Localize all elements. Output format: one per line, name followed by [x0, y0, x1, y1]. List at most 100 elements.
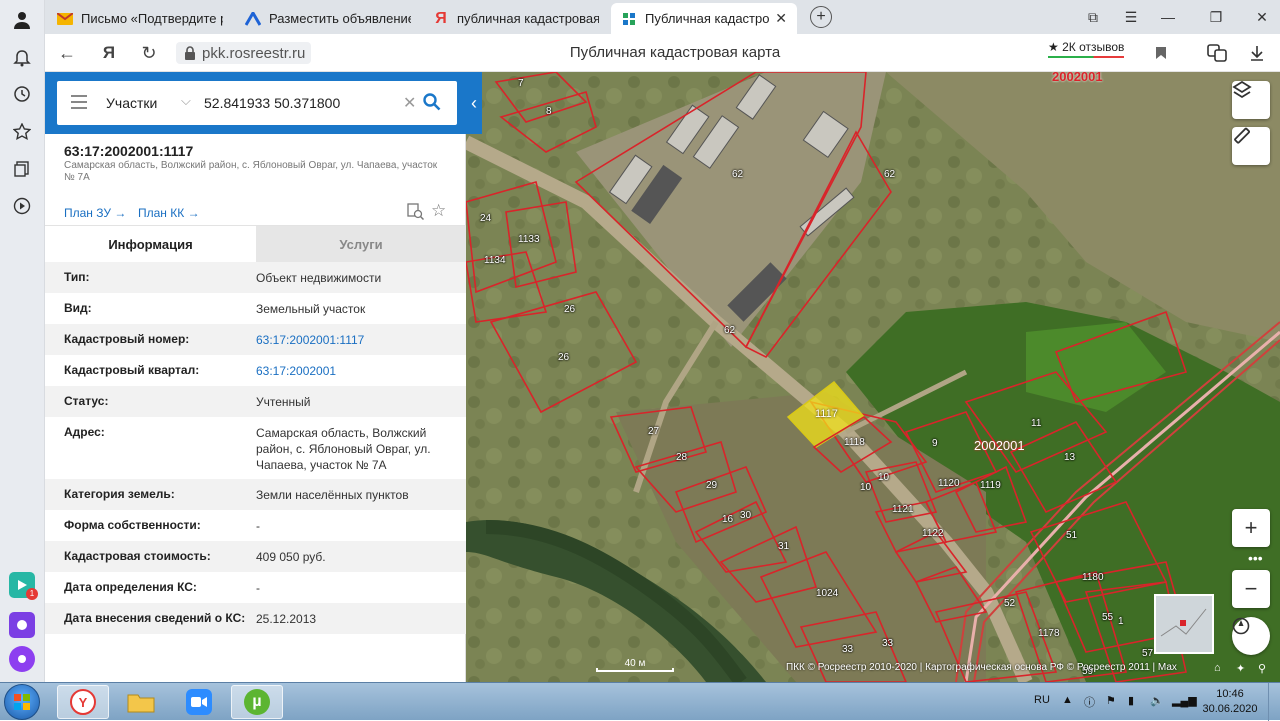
cadastral-map[interactable]: 2002001 2002001 1117 7 8 62 62 62 24 1133 1134 2…: [466, 72, 1280, 682]
zoom-out-button[interactable]: −: [1232, 570, 1270, 608]
attribute-key: Форма собственности:: [64, 518, 201, 532]
home-icon[interactable]: ⌂: [1214, 662, 1221, 674]
attribute-link[interactable]: 63:17:2002001: [256, 363, 446, 379]
parcel-label: 24: [480, 213, 492, 224]
map-attribution: ПКК © Росреестр 2010-2020 | Картографиче…: [786, 662, 1177, 673]
url-field[interactable]: pkk.rosreestr.ru: [176, 42, 312, 64]
attribute-link[interactable]: 63:17:2002001:1117: [256, 332, 446, 348]
network-icon[interactable]: ▂▄▆: [1172, 694, 1197, 707]
page-title: Публичная кадастровая карта: [569, 44, 781, 61]
parcel-label: 1120: [938, 478, 960, 489]
chevron-down-icon[interactable]: ⌵: [181, 93, 191, 109]
parcel-label: 11: [1031, 418, 1042, 429]
parcel-label: 1133: [518, 234, 540, 245]
start-button[interactable]: [4, 684, 40, 720]
bookmarks-manager-icon[interactable]: ⧉: [1082, 6, 1104, 28]
search-input[interactable]: 52.841933 50.371800: [204, 95, 340, 111]
plan-zu-link[interactable]: План ЗУ →: [64, 206, 126, 220]
volume-icon[interactable]: 🔈: [1150, 694, 1164, 707]
layers-button[interactable]: [1232, 81, 1270, 119]
attributes-table: Тип: Объект недвижимости Вид: Земельный уча…: [45, 262, 466, 642]
minimap[interactable]: [1154, 594, 1214, 654]
parcel-label: 51: [1066, 530, 1078, 541]
collapse-panel-icon[interactable]: ‹: [466, 72, 482, 134]
locate-icon[interactable]: ✦: [1236, 662, 1245, 675]
tab-search[interactable]: Я публичная кадастровая к: [423, 3, 609, 34]
search-bar: Участки ⌵ 52.841933 50.371800 ✕ ‹: [45, 72, 482, 134]
compass-button[interactable]: [1232, 617, 1270, 655]
zoom-to-object-icon[interactable]: [407, 203, 425, 223]
star-icon: ★: [1048, 40, 1059, 54]
tray-expand-icon[interactable]: ▲: [1062, 694, 1073, 706]
more-icon[interactable]: •••: [1248, 550, 1263, 566]
power-icon[interactable]: ▮: [1128, 694, 1134, 707]
tab-mail[interactable]: Письмо «Подтвердите ре: [47, 3, 233, 34]
tab-pkk[interactable]: Публичная кадастровая ✕: [611, 3, 797, 34]
alice-icon[interactable]: [9, 646, 35, 672]
object-address: Самарская область, Волжский район, с. Яб…: [64, 160, 438, 183]
history-icon[interactable]: [10, 82, 34, 106]
play-icon[interactable]: [10, 194, 34, 218]
ruler-icon: [1234, 127, 1250, 144]
reviews-badge[interactable]: ★ 2К отзывов: [1048, 40, 1125, 58]
satellite-imagery: [466, 72, 1280, 682]
back-arrow-icon[interactable]: ←: [55, 42, 79, 64]
messenger-app-icon[interactable]: [9, 612, 35, 638]
parcel-label: 52: [1004, 598, 1016, 609]
tab-information[interactable]: Информация: [45, 226, 256, 263]
clear-icon[interactable]: ✕: [403, 93, 416, 113]
parcel-label: 10: [878, 472, 890, 483]
restore-icon[interactable]: ❐: [1205, 6, 1227, 28]
close-window-icon[interactable]: ✕: [1251, 6, 1273, 28]
show-desktop-button[interactable]: [1268, 683, 1280, 721]
scale-line: [596, 668, 674, 672]
tab-services[interactable]: Услуги: [256, 226, 466, 263]
profile-icon[interactable]: [10, 8, 34, 32]
translate-icon[interactable]: [1205, 42, 1229, 64]
utorrent-taskbar[interactable]: µ: [231, 685, 283, 719]
mail-icon: [57, 11, 73, 27]
flag-icon[interactable]: ⚑: [1106, 694, 1116, 707]
menu-icon[interactable]: [71, 95, 87, 112]
reload-icon[interactable]: ↻: [137, 42, 161, 64]
menu-icon[interactable]: ☰: [1120, 6, 1142, 28]
windows-taskbar: Y µ RU ▲ ⓘ ⚑ ▮ 🔈 ▂▄▆ 10:46 30.06.2020: [0, 682, 1280, 721]
language-indicator[interactable]: RU: [1034, 694, 1050, 706]
tab-ad[interactable]: Разместить объявление о: [235, 3, 421, 34]
parcel-label: 31: [778, 541, 790, 552]
new-tab-button[interactable]: +: [810, 6, 832, 28]
plan-kk-link[interactable]: План КК →: [138, 206, 200, 220]
star-icon[interactable]: [10, 120, 34, 144]
parcel-label: 28: [676, 452, 688, 463]
attribute-row: Тип: Объект недвижимости: [45, 262, 466, 293]
windows-logo-icon: [14, 694, 30, 710]
favorite-star-icon[interactable]: ☆: [431, 201, 446, 221]
measure-button[interactable]: [1232, 127, 1270, 165]
help-icon[interactable]: ⓘ: [1084, 694, 1095, 710]
clock[interactable]: 10:46 30.06.2020: [1200, 687, 1260, 717]
category-select[interactable]: Участки: [106, 95, 157, 111]
parcel-label: 1: [1118, 616, 1124, 627]
bell-icon[interactable]: [10, 46, 34, 70]
parcel-label: 33: [882, 638, 894, 649]
parcel-label: 26: [564, 304, 576, 315]
search-icon[interactable]: [423, 93, 441, 114]
yandex-browser-taskbar[interactable]: Y: [57, 685, 109, 719]
panel-tabs: Информация Услуги: [45, 225, 466, 263]
bookmark-icon[interactable]: [1149, 42, 1173, 64]
explorer-taskbar[interactable]: [115, 685, 167, 719]
parcel-label: 1180: [1082, 572, 1104, 583]
close-tab-icon[interactable]: ✕: [775, 10, 787, 27]
parcel-label: 1122: [922, 528, 944, 539]
minimize-icon[interactable]: —: [1157, 6, 1179, 28]
pin-icon[interactable]: ⚲: [1258, 662, 1266, 675]
download-icon[interactable]: [1245, 42, 1269, 64]
zoom-in-button[interactable]: +: [1232, 509, 1270, 547]
tab-bar: Письмо «Подтвердите ре Разместить объявл…: [45, 0, 1280, 34]
zoom-taskbar[interactable]: [173, 685, 225, 719]
collections-icon[interactable]: [10, 157, 34, 181]
yandex-home-icon[interactable]: Я: [97, 42, 121, 64]
attribute-value: 25.12.2013: [256, 612, 317, 626]
info-panel: Участки ⌵ 52.841933 50.371800 ✕ ‹ 63:17:…: [45, 72, 482, 682]
parcel-label: 7: [518, 78, 524, 89]
